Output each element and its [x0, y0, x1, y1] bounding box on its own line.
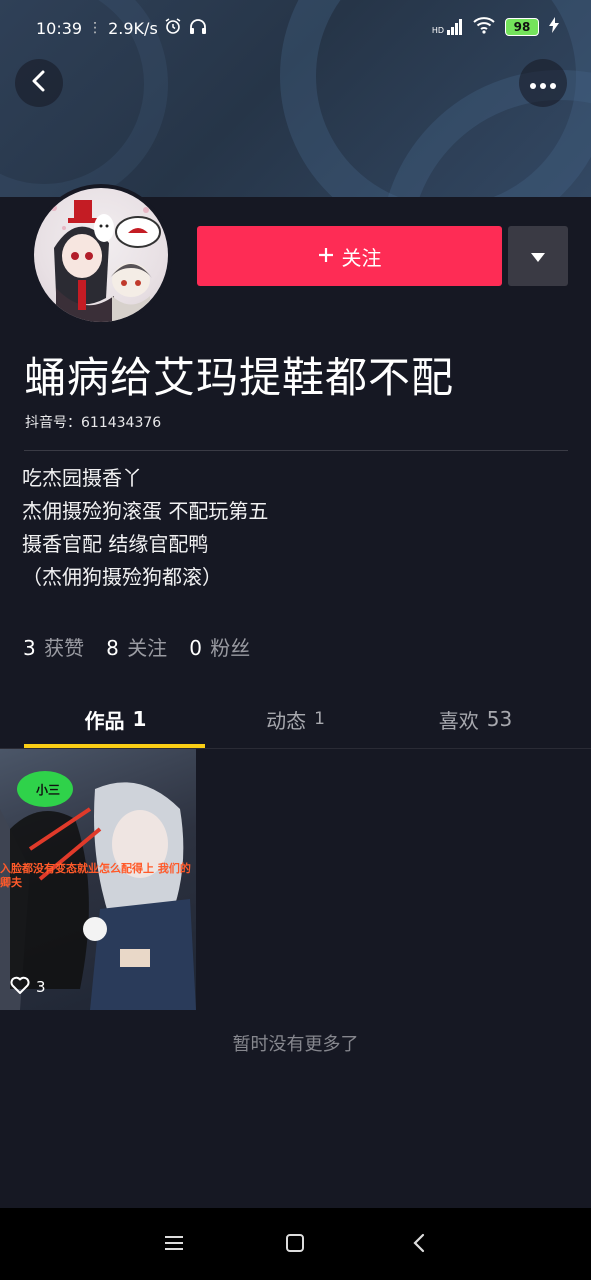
video-overlay-tag: 小三: [36, 783, 61, 797]
caret-down-icon: [531, 247, 545, 266]
profile-stats: 3 获赞 8 关注 0 粉丝: [23, 632, 250, 661]
follow-button[interactable]: 关注: [197, 226, 502, 286]
home-button[interactable]: [275, 1230, 315, 1260]
plus-icon: [318, 244, 334, 268]
more-options-button[interactable]: [519, 59, 567, 107]
status-divider: ⋮: [88, 20, 103, 36]
alarm-icon: [164, 17, 182, 39]
cellular-signal-icon: HD: [432, 19, 463, 35]
douyin-id[interactable]: 抖音号：611434376: [25, 412, 161, 432]
back-nav-button[interactable]: [399, 1230, 439, 1260]
tab-likes[interactable]: 喜欢 53: [377, 690, 574, 748]
bio-line: 杰佣摄殓狗滚蛋 不配玩第五: [22, 499, 269, 523]
square-icon: [286, 1234, 304, 1256]
profile-tabs: 作品 1 动态 1 喜欢 53: [0, 690, 591, 748]
follow-button-label: 关注: [341, 245, 382, 270]
avatar-image: [34, 188, 168, 322]
status-bar: 10:39 ⋮ 2.9K/s HD 98: [0, 0, 591, 54]
avatar[interactable]: [30, 184, 172, 326]
system-navigation-bar: [0, 1208, 591, 1280]
battery-indicator: 98: [505, 18, 539, 36]
video-like-count-value: 3: [36, 978, 46, 996]
bio-line: 吃杰园摄香丫: [22, 466, 142, 490]
no-more-content-label: 暂时没有更多了: [232, 1034, 359, 1055]
profile-bio: 吃杰园摄香丫 杰佣摄殓狗滚蛋 不配玩第五 摄香官配 结缘官配鸭 （杰佣狗摄殓狗都…: [22, 462, 268, 594]
hamburger-icon: [165, 1235, 183, 1255]
ellipsis-icon: [530, 74, 556, 93]
tab-works[interactable]: 作品 1: [17, 690, 214, 748]
stat-likes-count: 3: [23, 636, 36, 660]
chevron-left-icon: [413, 1233, 425, 1257]
bio-line: （杰佣狗摄殓狗都滚）: [22, 565, 222, 589]
stat-following-count: 8: [106, 636, 119, 660]
stat-following-label: 关注: [127, 636, 168, 660]
menu-button[interactable]: [154, 1230, 194, 1260]
stat-following[interactable]: 8 关注: [106, 632, 167, 661]
wifi-icon: [473, 16, 495, 38]
tab-likes-label: 喜欢: [438, 708, 479, 733]
stat-followers-label: 粉丝: [210, 636, 251, 660]
recommend-dropdown-button[interactable]: [508, 226, 568, 286]
divider: [24, 450, 568, 451]
video-overlay-caption: 入脸都没有变态就业怎么配得上 我们的卿夫: [0, 862, 191, 889]
video-thumbnail[interactable]: 小三 入脸都没有变态就业怎么配得上 我们的卿夫 3: [0, 749, 196, 1010]
tab-dynamics-count: 1: [314, 709, 325, 729]
stat-followers-count: 0: [189, 636, 202, 660]
status-network-speed: 2.9K/s: [108, 18, 158, 38]
headphones-icon: [188, 17, 208, 39]
profile-nickname: 蛹病给艾玛提鞋都不配: [24, 353, 455, 402]
stat-followers[interactable]: 0 粉丝: [189, 632, 250, 661]
chevron-left-icon: [29, 70, 49, 96]
network-type-label: HD: [431, 26, 444, 35]
tab-dynamics[interactable]: 动态 1: [197, 690, 394, 748]
charging-icon: [549, 17, 559, 37]
tab-works-label: 作品: [84, 708, 125, 733]
stat-likes-label: 获赞: [44, 636, 85, 660]
tab-works-count: 1: [132, 707, 147, 731]
bio-line: 摄香官配 结缘官配鸭: [22, 532, 209, 556]
back-button[interactable]: [15, 59, 63, 107]
video-like-count: 3: [10, 976, 46, 998]
tab-dynamics-label: 动态: [266, 708, 307, 733]
heart-outline-icon: [10, 976, 30, 998]
stat-likes[interactable]: 3 获赞: [23, 632, 84, 661]
status-time: 10:39: [36, 18, 83, 38]
tab-likes-count: 53: [486, 707, 513, 731]
